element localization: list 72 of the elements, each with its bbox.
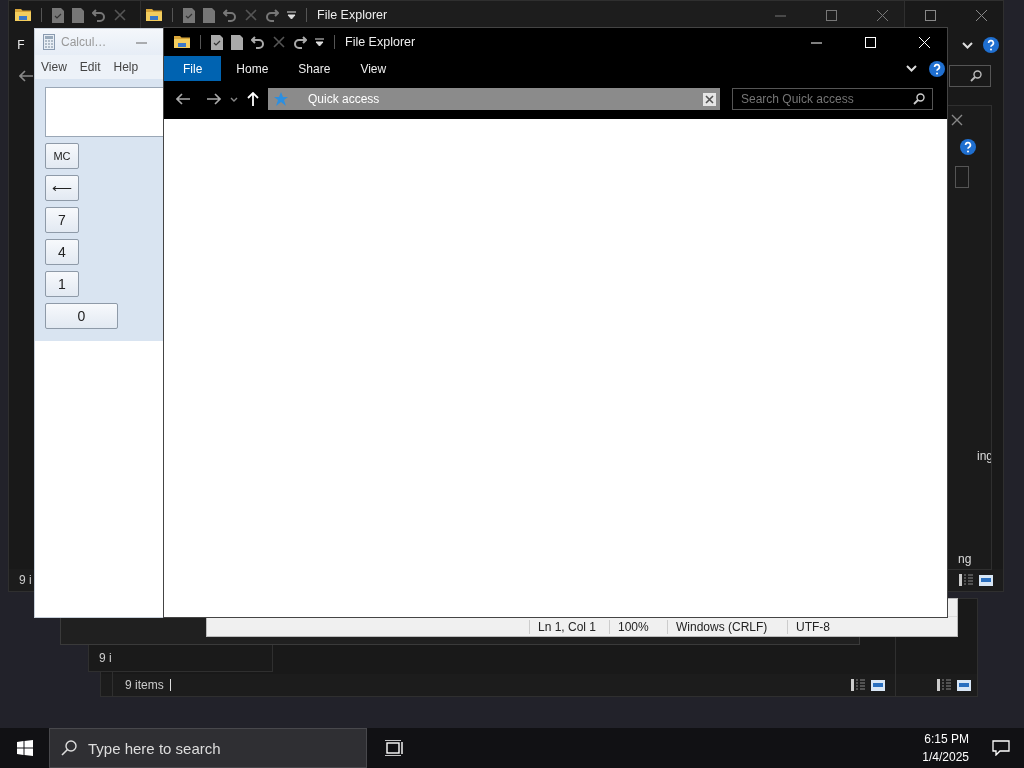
- folder-icon[interactable]: [146, 8, 162, 22]
- back-arrow-icon[interactable]: [19, 70, 33, 82]
- help-icon[interactable]: [960, 139, 976, 155]
- help-icon[interactable]: [983, 37, 999, 53]
- document-icon[interactable]: [72, 7, 84, 23]
- ribbon-tab[interactable]: Share: [283, 56, 346, 81]
- search-icon[interactable]: [61, 740, 77, 756]
- details-view-icon[interactable]: [851, 679, 865, 691]
- up-arrow-icon[interactable]: [247, 92, 259, 106]
- folder-icon[interactable]: [15, 8, 31, 22]
- forward-arrow-icon[interactable]: [207, 93, 221, 105]
- document-icon[interactable]: [203, 7, 215, 23]
- status-text: 9 i: [99, 651, 112, 665]
- status-field: UTF-8: [787, 619, 900, 634]
- help-icon[interactable]: [929, 60, 945, 77]
- text-cursor: [169, 679, 171, 691]
- dropdown-icon[interactable]: [230, 96, 238, 102]
- clear-icon[interactable]: [703, 92, 716, 106]
- status-field: Windows (CRLF): [667, 619, 787, 634]
- ribbon-tab[interactable]: F: [9, 33, 33, 57]
- calculator-key[interactable]: 1: [45, 271, 79, 297]
- clock-time[interactable]: 6:15 PM: [924, 732, 969, 746]
- back-arrow-icon[interactable]: [176, 93, 190, 105]
- input-field[interactable]: [955, 166, 969, 188]
- properties-icon[interactable]: [52, 7, 64, 23]
- window-title: File Explorer: [317, 8, 388, 22]
- calculator-key[interactable]: 4: [45, 239, 79, 265]
- chevron-icon[interactable]: [906, 65, 917, 72]
- window-title: Calcul…: [61, 35, 107, 49]
- calculator-key[interactable]: 7: [45, 207, 79, 233]
- menu-item[interactable]: Help: [113, 60, 139, 74]
- ribbon-tab[interactable]: View: [345, 56, 402, 81]
- calculator-icon: [43, 34, 55, 50]
- search-field[interactable]: Search Quick access: [732, 88, 933, 110]
- folder-icon[interactable]: [174, 35, 190, 49]
- taskbar-search-field[interactable]: Type here to search: [49, 728, 367, 768]
- windows-logo-icon[interactable]: [16, 740, 33, 756]
- task-view-icon[interactable]: [385, 740, 403, 756]
- calculator-key[interactable]: ⟵: [45, 175, 79, 201]
- properties-icon[interactable]: [183, 7, 195, 23]
- undo-icon[interactable]: [251, 35, 265, 49]
- properties-icon[interactable]: [211, 34, 223, 50]
- status-text: 9 i: [19, 573, 32, 587]
- delete-icon[interactable]: [273, 36, 285, 48]
- details-view-icon[interactable]: [959, 574, 973, 586]
- calculator-key[interactable]: MC: [45, 143, 79, 169]
- calculator-key[interactable]: 0: [45, 303, 118, 329]
- speech-bubble-icon[interactable]: [992, 740, 1010, 756]
- ribbon-tab[interactable]: Home: [221, 56, 284, 81]
- status-text: 9 items: [125, 678, 164, 692]
- document-icon[interactable]: [231, 34, 243, 50]
- clock-date[interactable]: 1/4/2025: [922, 750, 969, 764]
- star-icon: [274, 92, 288, 106]
- ribbon-tab[interactable]: File: [164, 56, 222, 81]
- large-icons-view-icon[interactable]: [871, 679, 885, 691]
- window-title: File Explorer: [345, 35, 416, 49]
- undo-icon[interactable]: [223, 8, 237, 22]
- menu-item[interactable]: View: [41, 60, 67, 74]
- undo-icon[interactable]: [92, 8, 106, 22]
- search-icon[interactable]: [970, 70, 982, 82]
- partial-text: ng: [958, 552, 972, 566]
- chevron-icon[interactable]: [962, 41, 973, 49]
- status-field: 100%: [609, 619, 667, 634]
- search-icon[interactable]: [913, 93, 925, 105]
- search-field[interactable]: [949, 65, 991, 87]
- menu-item[interactable]: Edit: [79, 60, 101, 74]
- redo-icon[interactable]: [293, 35, 307, 49]
- large-icons-view-icon[interactable]: [979, 574, 993, 586]
- redo-icon[interactable]: [265, 8, 279, 22]
- details-view-icon[interactable]: [937, 679, 951, 691]
- status-field: Ln 1, Col 1: [529, 619, 609, 634]
- large-icons-view-icon[interactable]: [957, 679, 971, 691]
